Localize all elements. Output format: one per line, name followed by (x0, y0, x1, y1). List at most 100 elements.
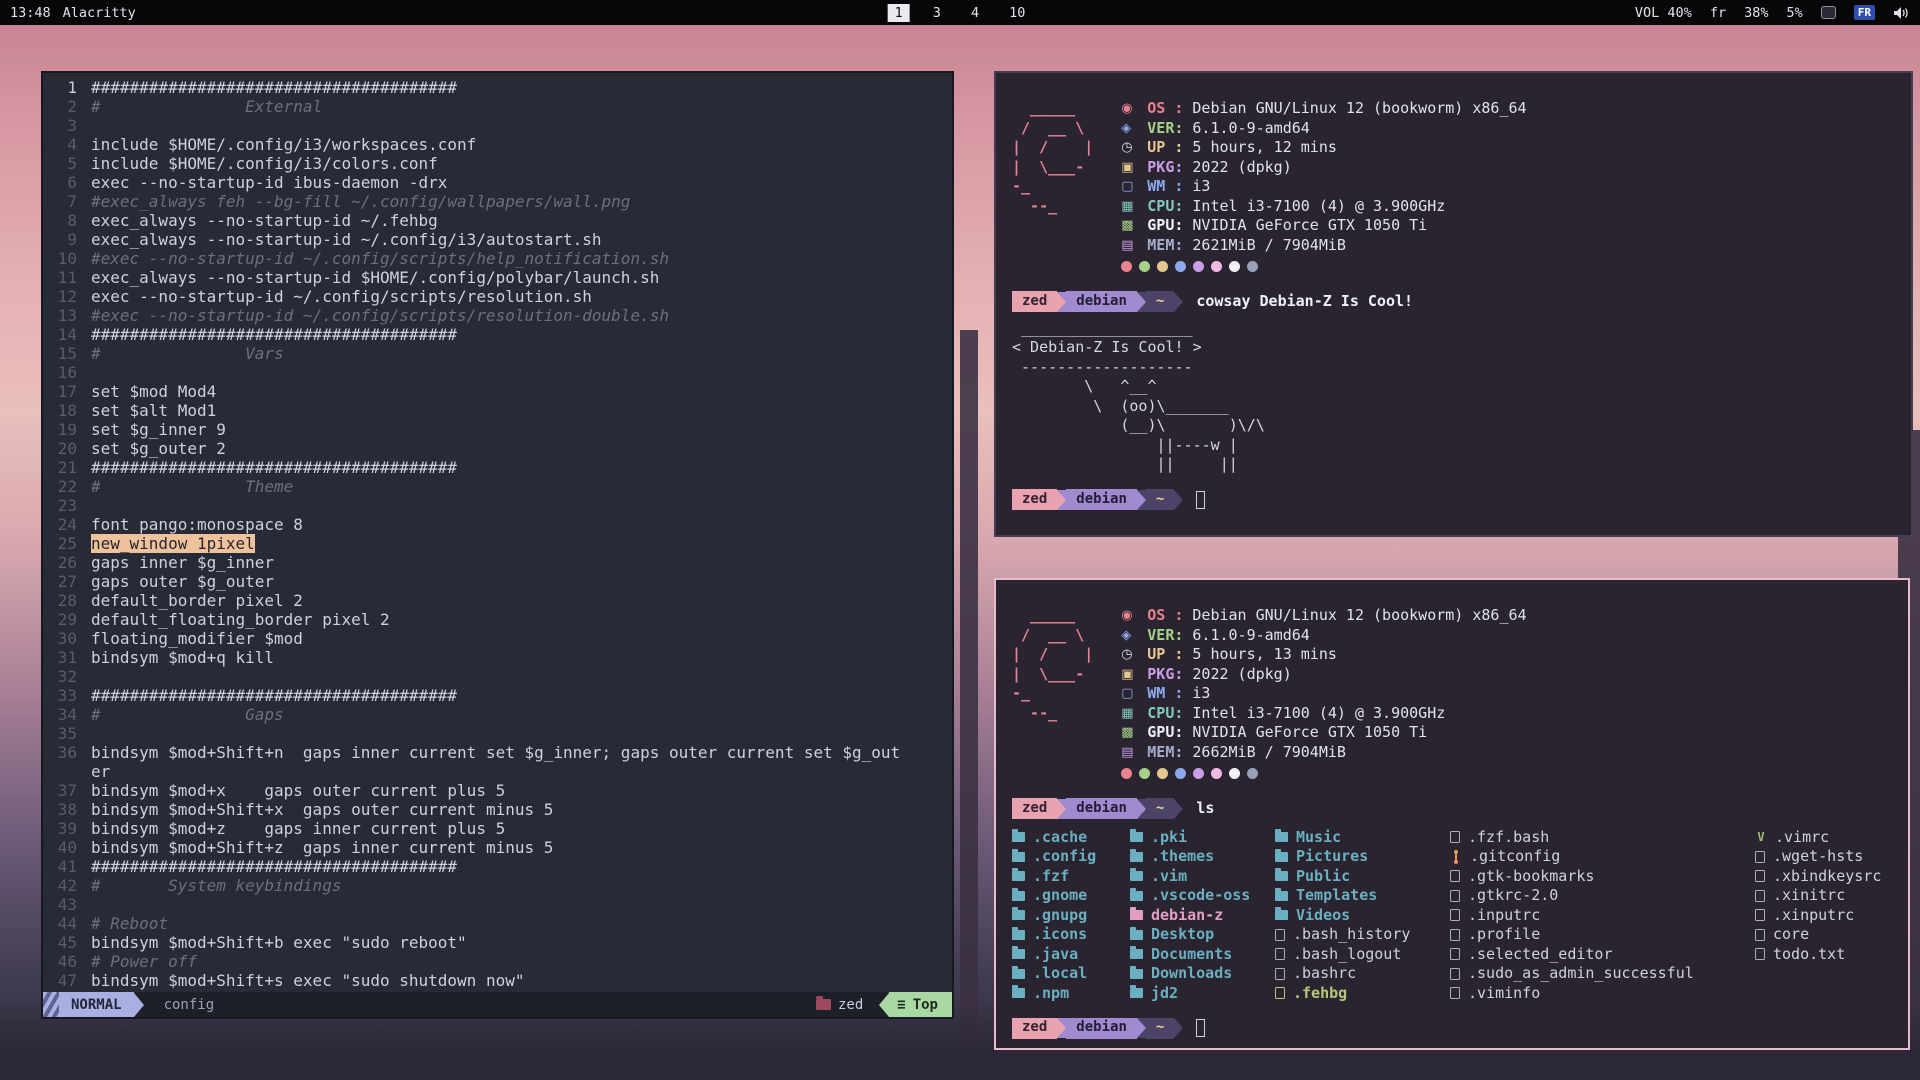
code-line[interactable]: 36 bindsym $mod+Shift+n gaps inner curre… (43, 743, 952, 781)
code-line[interactable]: 10 #exec --no-startup-id ~/.config/scrip… (43, 249, 952, 268)
ls-entry[interactable]: .config (1012, 847, 1130, 867)
code-line[interactable]: 20 set $g_outer 2 (43, 439, 952, 458)
ls-entry[interactable]: .selected_editor (1450, 945, 1755, 965)
shell-prompt[interactable]: zed debian ~ cowsay Debian-Z Is Cool! (1012, 291, 1895, 313)
ls-entry[interactable]: .inputrc (1450, 906, 1755, 926)
code-line[interactable]: 38 bindsym $mod+Shift+x gaps outer curre… (43, 800, 952, 819)
ls-entry[interactable]: debian-z (1130, 906, 1275, 926)
code-line[interactable]: 37 bindsym $mod+x gaps outer current plu… (43, 781, 952, 800)
code-line[interactable]: 44 # Reboot (43, 914, 952, 933)
ls-entry[interactable]: .fehbg (1275, 984, 1450, 1004)
code-line[interactable]: 32 (43, 667, 952, 686)
keyboard-flag-badge[interactable]: FR (1854, 5, 1875, 20)
code-line[interactable]: 8 exec_always --no-startup-id ~/.fehbg (43, 211, 952, 230)
code-line[interactable]: 35 (43, 724, 952, 743)
code-line[interactable]: 16 (43, 363, 952, 382)
ls-entry[interactable]: .vim (1130, 867, 1275, 887)
ls-entry[interactable]: .gitconfig (1450, 847, 1755, 867)
code-line[interactable]: 46 # Power off (43, 952, 952, 971)
terminal-window-cowsay[interactable]: _____ / __ \ | / | | \___- -_ --_ ◉ OS :… (994, 71, 1913, 537)
code-line[interactable]: 26 gaps inner $g_inner (43, 553, 952, 572)
ls-entry[interactable]: Documents (1130, 945, 1275, 965)
code-area[interactable]: 1 ######################################… (43, 73, 952, 992)
volume-level[interactable]: VOL 40% (1635, 5, 1692, 21)
workspace-button[interactable]: 3 (926, 4, 948, 22)
ls-entry[interactable]: .gnome (1012, 886, 1130, 906)
ls-entry[interactable]: .gnupg (1012, 906, 1130, 926)
editor-window[interactable]: 1 ######################################… (41, 71, 954, 1019)
code-line[interactable]: 6 exec --no-startup-id ibus-daemon -drx (43, 173, 952, 192)
code-line[interactable]: 5 include $HOME/.config/i3/colors.conf (43, 154, 952, 173)
code-line[interactable]: 3 (43, 116, 952, 135)
ls-entry[interactable]: .bash_logout (1275, 945, 1450, 965)
code-line[interactable]: 4 include $HOME/.config/i3/workspaces.co… (43, 135, 952, 154)
ls-entry[interactable]: Templates (1275, 886, 1450, 906)
ls-entry[interactable]: Downloads (1130, 964, 1275, 984)
ls-entry[interactable]: .viminfo (1450, 984, 1755, 1004)
ls-entry[interactable]: Videos (1275, 906, 1450, 926)
code-line[interactable]: 47 bindsym $mod+Shift+s exec "sudo shutd… (43, 971, 952, 990)
code-line[interactable]: 11 exec_always --no-startup-id $HOME/.co… (43, 268, 952, 287)
code-line[interactable]: 30 floating_modifier $mod (43, 629, 952, 648)
workspace-button[interactable]: 4 (964, 4, 986, 22)
ls-entry[interactable]: .icons (1012, 925, 1130, 945)
code-line[interactable]: 43 (43, 895, 952, 914)
code-line[interactable]: 22 # Theme (43, 477, 952, 496)
speaker-icon[interactable] (1893, 6, 1910, 20)
ls-entry[interactable]: .gtk-bookmarks (1450, 867, 1755, 887)
ls-entry[interactable]: .wget-hsts (1755, 847, 1881, 867)
code-line[interactable]: 33 #####################################… (43, 686, 952, 705)
code-line[interactable]: 42 # System keybindings (43, 876, 952, 895)
code-line[interactable]: 41 #####################################… (43, 857, 952, 876)
ls-entry[interactable]: .xbindkeysrc (1755, 867, 1881, 887)
code-line[interactable]: 12 exec --no-startup-id ~/.config/script… (43, 287, 952, 306)
tray-app-icon[interactable] (1821, 6, 1836, 19)
ls-entry[interactable]: .npm (1012, 984, 1130, 1004)
code-line[interactable]: 25 new_window 1pixel (43, 534, 952, 553)
ls-entry[interactable]: jd2 (1130, 984, 1275, 1004)
code-line[interactable]: 39 bindsym $mod+z gaps inner current plu… (43, 819, 952, 838)
code-line[interactable]: 17 set $mod Mod4 (43, 382, 952, 401)
ls-entry[interactable]: Public (1275, 867, 1450, 887)
code-line[interactable]: 34 # Gaps (43, 705, 952, 724)
code-line[interactable]: 19 set $g_inner 9 (43, 420, 952, 439)
ls-entry[interactable]: .vscode-oss (1130, 886, 1275, 906)
ls-entry[interactable]: .profile (1450, 925, 1755, 945)
ls-entry[interactable]: .gtkrc-2.0 (1450, 886, 1755, 906)
code-line[interactable]: 15 # Vars (43, 344, 952, 363)
ls-entry[interactable]: .vimrc (1755, 828, 1881, 848)
code-line[interactable]: 1 ###################################### (43, 78, 952, 97)
code-line[interactable]: 9 exec_always --no-startup-id ~/.config/… (43, 230, 952, 249)
code-line[interactable]: 2 # External (43, 97, 952, 116)
ls-entry[interactable]: .cache (1012, 828, 1130, 848)
code-line[interactable]: 21 #####################################… (43, 458, 952, 477)
ls-entry[interactable]: .java (1012, 945, 1130, 965)
ls-entry[interactable]: core (1755, 925, 1881, 945)
code-line[interactable]: 13 #exec --no-startup-id ~/.config/scrip… (43, 306, 952, 325)
code-line[interactable]: 29 default_floating_border pixel 2 (43, 610, 952, 629)
ls-entry[interactable]: Desktop (1130, 925, 1275, 945)
keyboard-layout[interactable]: fr (1710, 5, 1726, 21)
code-line[interactable]: 18 set $alt Mod1 (43, 401, 952, 420)
ls-entry[interactable]: .xinitrc (1755, 886, 1881, 906)
workspace-button[interactable]: 10 (1002, 4, 1032, 22)
ls-entry[interactable]: .sudo_as_admin_successful (1450, 964, 1755, 984)
shell-prompt[interactable]: zed debian ~ (1012, 489, 1895, 511)
ls-entry[interactable]: .fzf (1012, 867, 1130, 887)
terminal-window-ls[interactable]: _____ / __ \ | / | | \___- -_ --_ ◉ OS :… (994, 578, 1910, 1050)
ls-entry[interactable]: .bashrc (1275, 964, 1450, 984)
code-line[interactable]: 23 (43, 496, 952, 515)
ls-entry[interactable]: .pki (1130, 828, 1275, 848)
code-line[interactable]: 40 bindsym $mod+Shift+z gaps inner curre… (43, 838, 952, 857)
ls-entry[interactable]: todo.txt (1755, 945, 1881, 965)
ls-entry[interactable]: Music (1275, 828, 1450, 848)
code-line[interactable]: 14 #####################################… (43, 325, 952, 344)
code-line[interactable]: 27 gaps outer $g_outer (43, 572, 952, 591)
code-line[interactable]: 28 default_border pixel 2 (43, 591, 952, 610)
code-line[interactable]: 7 #exec_always feh --bg-fill ~/.config/w… (43, 192, 952, 211)
ls-entry[interactable]: Pictures (1275, 847, 1450, 867)
code-line[interactable]: 45 bindsym $mod+Shift+b exec "sudo reboo… (43, 933, 952, 952)
ls-entry[interactable]: .fzf.bash (1450, 828, 1755, 848)
ls-entry[interactable]: .themes (1130, 847, 1275, 867)
ls-entry[interactable]: .bash_history (1275, 925, 1450, 945)
